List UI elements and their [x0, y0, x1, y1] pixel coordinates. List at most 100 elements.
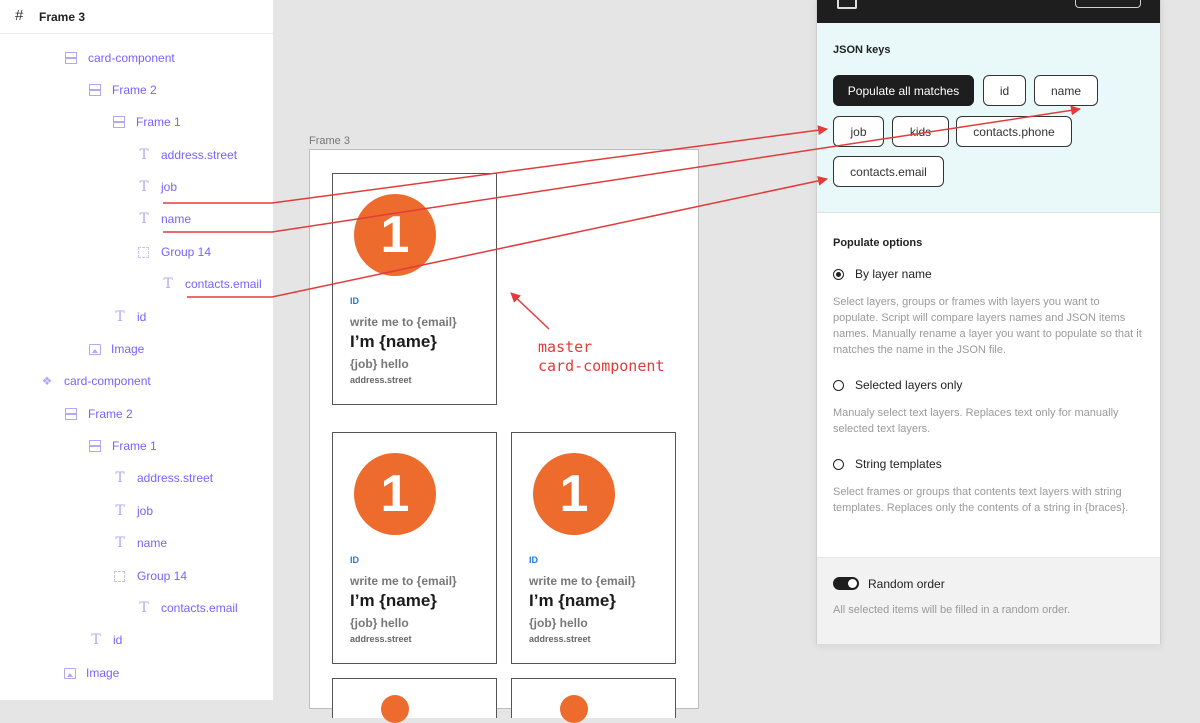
card-id: ID [529, 555, 538, 565]
radio-checked-icon[interactable] [833, 268, 844, 280]
radio-icon[interactable] [833, 379, 844, 391]
card-name: I’m {name} [350, 332, 437, 351]
auto-layout-icon [64, 51, 78, 65]
card-street: address.street [529, 634, 591, 644]
layers-header[interactable]: # Frame 3 [0, 0, 273, 34]
topbar-button[interactable] [1075, 0, 1141, 8]
layer-label: contacts.email [185, 277, 262, 291]
group-icon [138, 246, 149, 258]
layer-label: card-component [64, 374, 151, 388]
option-label: By layer name [855, 267, 932, 281]
card-badge: 1 [354, 194, 436, 276]
card-job: {job} hello [350, 357, 409, 371]
layer-label: job [137, 504, 154, 518]
component-icon: ❖ [41, 374, 53, 388]
card-job: {job} hello [350, 616, 409, 630]
frame-title: Frame 3 [39, 10, 86, 24]
layer-label: job [161, 180, 178, 194]
card-email: write me to {email} [350, 574, 457, 588]
auto-layout-icon [64, 407, 78, 421]
frame-hash-icon: # [15, 7, 24, 24]
layer-row-name-b[interactable]: T name [113, 533, 167, 553]
layers-panel: # Frame 3 card-component Frame 2 Frame 1… [0, 0, 274, 700]
card-instance[interactable]: 1 ID write me to {email} I’m {name} {job… [332, 432, 497, 664]
text-icon: T [139, 600, 149, 616]
layer-label: Frame 2 [112, 83, 157, 97]
text-icon: T [139, 211, 149, 227]
populate-all-button[interactable]: Populate all matches [833, 75, 974, 106]
master-card[interactable]: 1 ID write me to {email} I’m {name} {job… [332, 173, 497, 405]
card-instance-partial[interactable] [332, 678, 497, 723]
layer-label: address.street [161, 148, 238, 162]
random-order-label: Random order [868, 577, 945, 591]
layer-row-group-14[interactable]: Group 14 [137, 242, 211, 262]
card-badge [381, 695, 409, 723]
layer-row-name[interactable]: T name [137, 209, 191, 229]
layer-row-id[interactable]: T id [113, 307, 146, 327]
option-by-layer-name[interactable]: By layer name [833, 267, 932, 281]
layer-row-frame-2[interactable]: Frame 2 [88, 80, 157, 100]
key-contacts-email-button[interactable]: contacts.email [833, 156, 944, 187]
key-id-button[interactable]: id [983, 75, 1026, 106]
layer-row-address-street[interactable]: T address.street [137, 145, 237, 165]
random-order-description: All selected items will be filled in a r… [833, 604, 1071, 616]
key-job-button[interactable]: job [833, 116, 884, 147]
canvas-frame-label[interactable]: Frame 3 [309, 135, 350, 147]
layer-label: id [113, 633, 123, 647]
master-card-annotation: master card-component [538, 338, 664, 376]
layer-label: Frame 1 [112, 439, 157, 453]
text-icon: T [139, 147, 149, 163]
card-email: write me to {email} [350, 315, 457, 329]
layer-row-card-component-2[interactable]: ❖ card-component [40, 371, 151, 391]
layer-row-job[interactable]: T job [137, 177, 177, 197]
text-icon: T [163, 276, 173, 292]
layer-row-image-b[interactable]: Image [64, 663, 119, 683]
card-badge: 1 [354, 453, 436, 535]
layer-row-contacts-email[interactable]: T contacts.email [161, 274, 262, 294]
layer-row-group-14-b[interactable]: Group 14 [113, 566, 187, 586]
text-icon: T [115, 470, 125, 486]
layer-row-contacts-email-b[interactable]: T contacts.email [137, 598, 238, 618]
key-name-button[interactable]: name [1034, 75, 1098, 106]
window-icon[interactable] [837, 0, 857, 9]
card-instance[interactable]: 1 ID write me to {email} I’m {name} {job… [511, 432, 676, 664]
key-kids-button[interactable]: kids [892, 116, 949, 147]
layer-row-address-street-b[interactable]: T address.street [113, 468, 213, 488]
image-icon [64, 667, 76, 679]
card-name: I’m {name} [350, 591, 437, 610]
option-selected-layers[interactable]: Selected layers only [833, 378, 962, 392]
canvas-frame[interactable]: 1 ID write me to {email} I’m {name} {job… [309, 149, 699, 723]
layer-label: contacts.email [161, 601, 238, 615]
layer-label: card-component [88, 51, 175, 65]
layer-row-frame-1[interactable]: Frame 1 [112, 112, 181, 132]
plugin-topbar [817, 0, 1160, 23]
random-order-toggle[interactable] [833, 577, 859, 590]
text-icon: T [115, 503, 125, 519]
option-string-templates[interactable]: String templates [833, 457, 942, 471]
layer-label: address.street [137, 471, 214, 485]
layer-label: id [137, 310, 147, 324]
option-description: Select layers, groups or frames with lay… [833, 296, 1142, 356]
card-instance-partial[interactable] [511, 678, 676, 723]
card-badge: 1 [533, 453, 615, 535]
text-icon: T [115, 309, 125, 325]
layer-row-frame-1-b[interactable]: Frame 1 [88, 436, 157, 456]
layer-label: Group 14 [137, 569, 188, 583]
card-street: address.street [350, 634, 412, 644]
key-contacts-phone-button[interactable]: contacts.phone [956, 116, 1072, 147]
layer-row-frame-2-b[interactable]: Frame 2 [64, 404, 133, 424]
image-icon [89, 343, 101, 355]
radio-icon[interactable] [833, 458, 844, 470]
master-label-line: master [538, 338, 593, 356]
auto-layout-icon [88, 439, 102, 453]
layer-row-card-component[interactable]: card-component [64, 48, 175, 68]
layer-row-image[interactable]: Image [89, 339, 144, 359]
layer-row-id-b[interactable]: T id [89, 630, 122, 650]
layer-row-job-b[interactable]: T job [113, 501, 153, 521]
text-icon: T [115, 535, 125, 551]
random-order-section: Random order All selected items will be … [817, 557, 1160, 644]
layer-label: Group 14 [161, 245, 212, 259]
layer-label: name [137, 536, 168, 550]
option-label: String templates [855, 457, 942, 471]
layer-label: Frame 2 [88, 407, 133, 421]
